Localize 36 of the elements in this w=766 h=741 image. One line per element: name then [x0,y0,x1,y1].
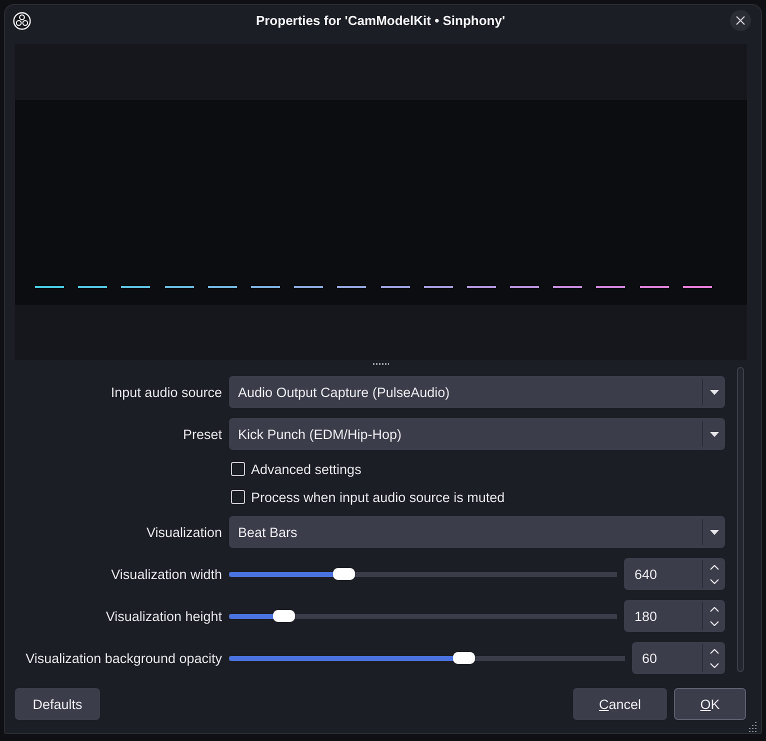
number-spinbox[interactable]: 180 [624,600,725,632]
scrollbar[interactable] [737,367,744,672]
chevron-up-icon [710,564,718,570]
number-spinbox[interactable]: 640 [624,558,725,590]
checkbox-label[interactable]: Process when input audio source is muted [251,490,505,504]
slider-thumb[interactable] [333,568,356,580]
checkbox[interactable] [231,490,245,504]
field-label: Visualization background opacity [24,650,222,666]
checkbox-label[interactable]: Advanced settings [251,462,362,476]
cancel-button[interactable]: Cancel [573,688,667,720]
slider-thumb[interactable] [272,610,295,622]
caret-down-icon [710,432,718,436]
field-label: Visualization [145,524,222,540]
ok-button[interactable]: OK [674,688,746,720]
field-label: Visualization width [110,566,222,582]
caret-down-icon [710,390,718,394]
dropdown[interactable]: Kick Punch (EDM/Hip-Hop) [229,418,725,450]
defaults-button[interactable]: Defaults [15,688,100,720]
chevron-up-icon [710,606,718,612]
checkbox[interactable] [231,462,245,476]
dropdown[interactable]: Beat Bars [229,516,725,548]
chevron-up-icon [710,648,718,654]
field-label: Visualization height [104,608,222,624]
caret-down-icon [710,530,718,534]
slider-thumb[interactable] [453,652,476,664]
chevron-down-icon [710,662,718,668]
chevron-down-icon [710,578,718,584]
app-logo-icon [13,12,31,30]
number-spinbox[interactable]: 60 [632,642,725,674]
dropdown[interactable]: Audio Output Capture (PulseAudio) [229,376,725,408]
field-label: Preset [182,426,222,442]
field-label: Input audio source [110,384,222,400]
close-icon [736,16,745,25]
chevron-down-icon [710,620,718,626]
close-button[interactable] [730,10,751,31]
window-title: Properties for 'CamModelKit • Sinphony' [254,13,506,28]
